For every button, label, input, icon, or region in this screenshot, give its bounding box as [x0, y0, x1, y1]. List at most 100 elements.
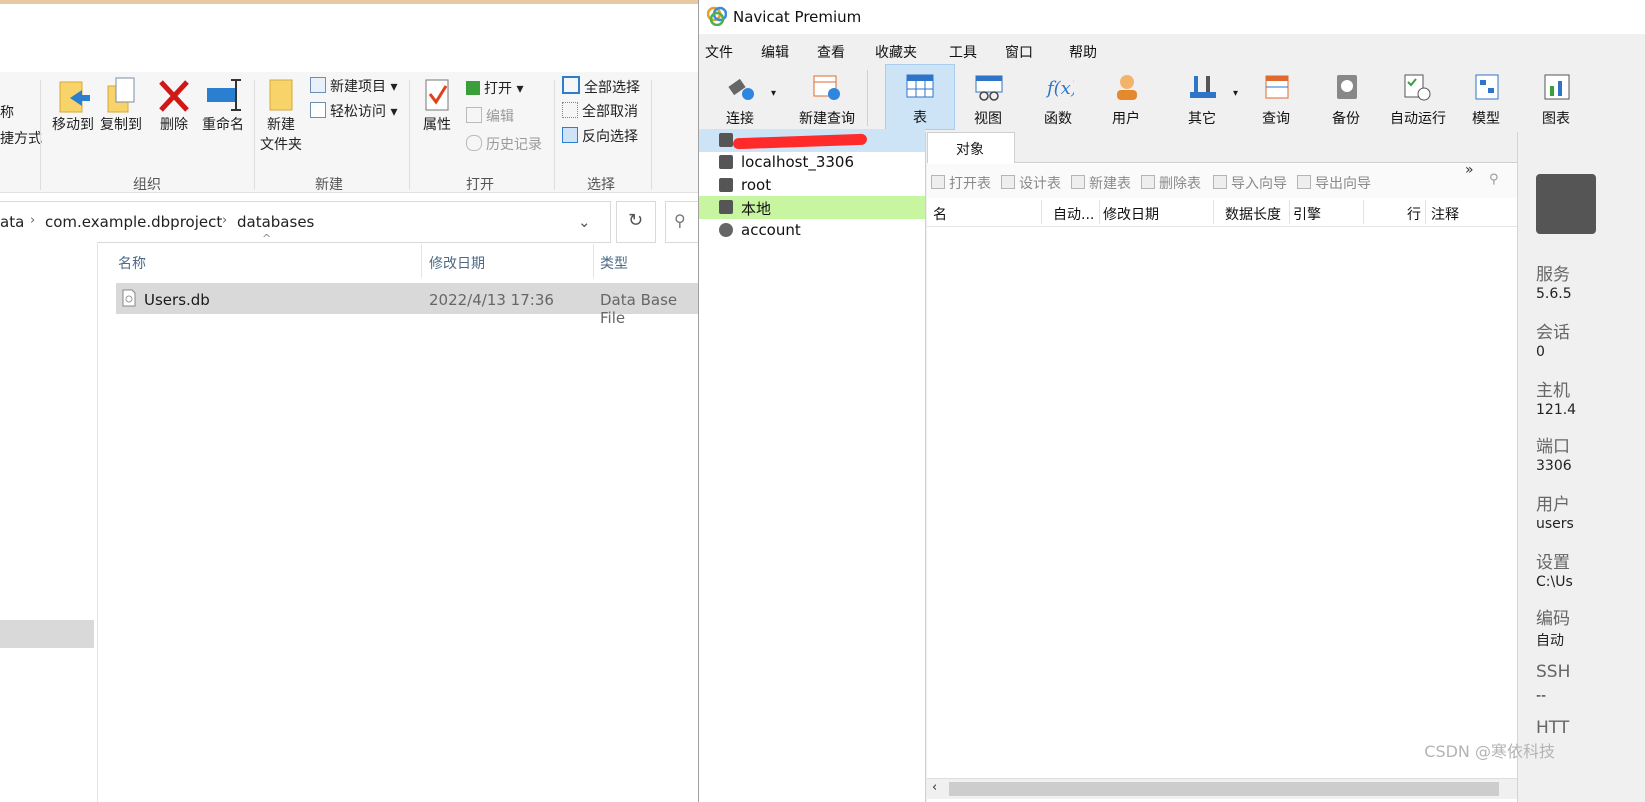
toolbar-chart[interactable]: 图表: [1523, 66, 1589, 130]
history-button[interactable]: 历史记录: [466, 134, 542, 154]
new-table-button[interactable]: 新建表: [1071, 173, 1131, 193]
open-table-button[interactable]: 打开表: [931, 173, 991, 193]
column-separator[interactable]: [1425, 200, 1426, 224]
connection-tree: localhost_3306 root 本地 account: [699, 129, 926, 802]
chevron-down-icon[interactable]: ⌄: [578, 213, 591, 231]
delete-table-button[interactable]: 删除表: [1141, 173, 1201, 193]
refresh-button[interactable]: ↻: [616, 201, 656, 243]
export-wizard-button[interactable]: 导出向导: [1297, 173, 1371, 193]
toolbar-user[interactable]: 用户: [1093, 66, 1159, 130]
column-header-type[interactable]: 类型: [600, 253, 628, 273]
column-separator[interactable]: [1289, 200, 1290, 224]
object-tool-label: 导入向导: [1231, 176, 1287, 192]
menu-edit[interactable]: 编辑: [761, 42, 789, 62]
explorer-ribbon: 称 捷方式 移动到 复制到 删除 重命名 组织 新建 文件夹 新建项目 ▾ 轻松…: [0, 72, 698, 193]
file-row[interactable]: Users.db 2022/4/13 17:36 Data Base File: [116, 283, 698, 327]
svg-text:f(x): f(x): [1045, 78, 1074, 99]
select-none-button[interactable]: 全部取消: [562, 101, 638, 121]
tree-item-redacted[interactable]: [699, 129, 925, 152]
info-key: 编码: [1536, 609, 1570, 629]
toolbar-query[interactable]: 查询: [1243, 66, 1309, 130]
column-separator[interactable]: [1041, 200, 1042, 224]
toolbar-label: 连接: [726, 111, 754, 127]
easy-access-button[interactable]: 轻松访问 ▾: [310, 101, 397, 121]
search-icon[interactable]: ⚲: [1489, 172, 1499, 187]
column-header[interactable]: 修改日期: [1103, 204, 1159, 224]
tree-item-account[interactable]: account: [699, 219, 925, 242]
info-key: 主机: [1536, 381, 1570, 401]
move-to-button[interactable]: 移动到: [50, 76, 96, 166]
address-bar[interactable]: ata › com.example.dbproject › databases …: [0, 201, 611, 243]
more-chevron-icon[interactable]: »: [1465, 162, 1474, 178]
search-input[interactable]: ⚲: [665, 201, 698, 243]
breadcrumb-item[interactable]: databases: [237, 213, 314, 231]
toolbar-other[interactable]: 其它: [1169, 66, 1235, 130]
properties-button[interactable]: 属性: [416, 76, 458, 166]
column-header[interactable]: 名: [933, 204, 947, 224]
menu-window[interactable]: 窗口: [1005, 42, 1033, 62]
column-header[interactable]: 数据长度: [1225, 204, 1281, 224]
chart-icon: [1544, 74, 1570, 100]
toolbar-backup[interactable]: 备份: [1313, 66, 1379, 130]
tree-item-root[interactable]: root: [699, 174, 925, 197]
tree-item-localhost[interactable]: localhost_3306: [699, 151, 925, 174]
toolbar-label: 视图: [974, 111, 1002, 127]
toolbar-automation[interactable]: 自动运行: [1383, 66, 1453, 130]
column-separator[interactable]: [1363, 200, 1364, 224]
navicat-logo-icon: [707, 6, 727, 26]
tab-objects[interactable]: 对象: [927, 132, 1015, 163]
menu-view[interactable]: 查看: [817, 42, 845, 62]
delete-button[interactable]: 删除: [154, 76, 194, 166]
copy-to-button[interactable]: 复制到: [98, 76, 144, 166]
navicat-title-bar[interactable]: Navicat Premium: [699, 0, 1645, 34]
breadcrumb-item[interactable]: ata: [0, 213, 24, 231]
toolbar-table[interactable]: 表: [885, 64, 955, 130]
column-separator[interactable]: [1099, 200, 1100, 224]
dropdown-arrow-icon[interactable]: ▾: [1233, 88, 1238, 99]
column-separator[interactable]: [593, 244, 594, 278]
horizontal-scrollbar[interactable]: ‹: [927, 778, 1517, 799]
open-button[interactable]: 打开 ▾: [466, 78, 523, 98]
column-header[interactable]: 注释: [1431, 204, 1459, 224]
column-header-modified[interactable]: 修改日期: [429, 253, 485, 273]
toolbar-model[interactable]: 模型: [1453, 66, 1519, 130]
tab-objects-label: 对象: [956, 142, 984, 158]
menu-help[interactable]: 帮助: [1069, 42, 1097, 62]
toolbar-new-query[interactable]: 新建查询: [781, 66, 873, 130]
column-header[interactable]: 自动...: [1053, 204, 1094, 224]
dolphin-icon: [719, 133, 733, 147]
menu-file[interactable]: 文件: [705, 42, 733, 62]
toolbar-view[interactable]: 视图: [955, 66, 1021, 130]
edit-button[interactable]: 编辑: [466, 106, 514, 126]
nav-selected-item[interactable]: [0, 620, 94, 648]
new-folder-button[interactable]: 新建 文件夹: [258, 76, 304, 172]
breadcrumb-item[interactable]: com.example.dbproject: [45, 213, 222, 231]
design-table-icon: [1001, 175, 1015, 189]
column-header[interactable]: 引擎: [1293, 204, 1321, 224]
design-table-button[interactable]: 设计表: [1001, 173, 1061, 193]
column-separator[interactable]: [1213, 200, 1214, 224]
menu-favorites[interactable]: 收藏夹: [875, 42, 917, 62]
column-header-name[interactable]: 名称: [118, 253, 146, 273]
import-wizard-button[interactable]: 导入向导: [1213, 173, 1287, 193]
invert-selection-button[interactable]: 反向选择: [562, 126, 638, 146]
info-value: C:\Us: [1536, 574, 1573, 590]
move-folder-icon: [59, 81, 90, 113]
automation-icon: [1404, 74, 1431, 101]
menu-tools[interactable]: 工具: [949, 42, 977, 62]
column-header[interactable]: 行: [1407, 204, 1421, 224]
scroll-left-icon[interactable]: ‹: [932, 780, 937, 795]
dropdown-arrow-icon[interactable]: ▾: [771, 88, 776, 99]
column-separator[interactable]: [421, 244, 422, 278]
toolbar-connect[interactable]: 连接: [707, 66, 773, 130]
rename-button[interactable]: 重命名: [198, 76, 248, 166]
delete-x-icon: [159, 80, 189, 112]
toolbar-function[interactable]: f(x) 函数: [1025, 66, 1091, 130]
select-none-icon: [562, 102, 578, 118]
scrollbar-thumb[interactable]: [949, 782, 1499, 796]
tree-item-local[interactable]: 本地: [699, 196, 925, 219]
select-all-button[interactable]: 全部选择: [562, 76, 640, 97]
object-tab-strip: 对象: [927, 132, 1519, 163]
new-item-button[interactable]: 新建项目 ▾: [310, 76, 397, 96]
open-table-icon: [931, 175, 945, 189]
